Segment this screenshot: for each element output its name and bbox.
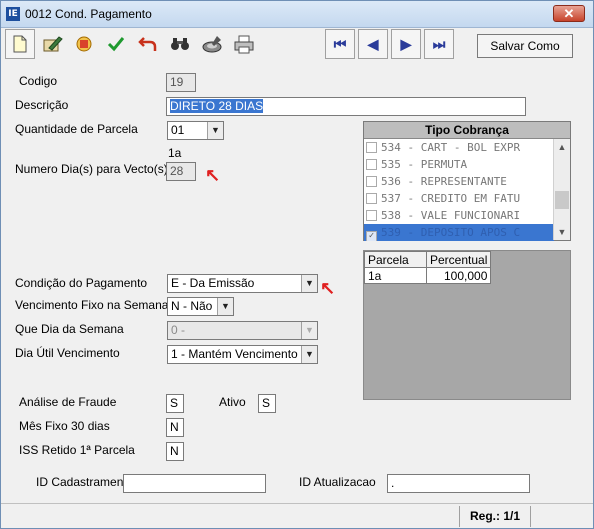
window-title: 0012 Cond. Pagamento	[25, 7, 152, 21]
confirm-check-icon[interactable]	[101, 29, 131, 59]
red-arrow-icon: ↖	[205, 165, 221, 185]
id-cadastramento-field[interactable]	[123, 474, 266, 493]
que-dia-select[interactable]: 0 - ▼	[167, 321, 318, 340]
chevron-down-icon[interactable]: ▼	[554, 224, 570, 240]
column-header-percentual[interactable]: Percentual	[425, 251, 492, 268]
list-item-label: 535 - PERMUTA	[381, 158, 468, 171]
qtd-parcela-value: 01	[171, 123, 185, 137]
tipo-cobranca-items: 534 - CART - BOL EXPR 535 - PERMUTA 536 …	[364, 139, 554, 241]
mes-fixo-label: Mês Fixo 30 dias	[19, 419, 110, 433]
checkbox[interactable]	[366, 159, 377, 170]
venc-fixo-select[interactable]: N - Não ▼	[167, 297, 234, 316]
list-item-label: 536 - REPRESENTANTE	[381, 175, 507, 188]
codigo-field[interactable]: 19	[166, 73, 196, 92]
analise-fraude-label: Análise de Fraude	[19, 395, 117, 409]
undo-arrow-icon[interactable]	[133, 29, 163, 59]
list-item-selected[interactable]: ✓ 539 - DEPOSITO APOS C	[364, 224, 554, 241]
descricao-field[interactable]: DIRETO 28 DIAS	[166, 97, 526, 116]
iss-retido-label: ISS Retido 1ª Parcela	[19, 443, 135, 457]
num-dias-label: Numero Dia(s) para Vecto(s)	[15, 162, 168, 176]
chevron-down-icon[interactable]: ▼	[207, 122, 223, 139]
disk-tool-icon[interactable]	[197, 29, 227, 59]
iss-retido-field[interactable]: N	[166, 442, 184, 461]
new-document-icon[interactable]	[5, 29, 35, 59]
condicao-label: Condição do Pagamento	[15, 276, 148, 290]
chevron-down-icon[interactable]: ▼	[301, 346, 317, 363]
parcela-hint: 1a	[168, 146, 182, 160]
delete-eraser-icon[interactable]	[69, 29, 99, 59]
list-item[interactable]: 535 - PERMUTA	[364, 156, 554, 173]
qtd-parcela-select[interactable]: 01 ▼	[167, 121, 224, 140]
title-bar: IE 0012 Cond. Pagamento ✕	[1, 1, 593, 28]
close-button[interactable]: ✕	[553, 5, 585, 22]
red-arrow-icon: ↖	[320, 278, 336, 298]
que-dia-label: Que Dia da Semana	[15, 322, 124, 336]
list-item[interactable]: 536 - REPRESENTANTE	[364, 173, 554, 190]
tipo-cobranca-list: Tipo Cobrança 534 - CART - BOL EXPR 535 …	[363, 121, 571, 241]
printer-icon[interactable]	[229, 29, 259, 59]
dia-util-label: Dia Útil Vencimento	[15, 346, 120, 360]
ativo-field[interactable]: S	[258, 394, 276, 413]
edit-pencil-icon[interactable]	[37, 29, 67, 59]
next-record-button[interactable]: ▶	[391, 29, 421, 59]
chevron-down-icon[interactable]: ▼	[217, 298, 233, 315]
toolbar: ⏮ ◀ ▶ ⏭ Salvar Como	[3, 29, 591, 61]
last-record-button[interactable]: ⏭	[424, 29, 454, 59]
parcelas-grid[interactable]: Parcela Percentual 1a 100,000	[364, 251, 492, 284]
previous-record-button[interactable]: ◀	[358, 29, 388, 59]
cell-percentual[interactable]: 100,000	[425, 267, 492, 284]
list-item-label: 537 - CREDITO EM FATU	[381, 192, 521, 205]
id-atualizacao-field[interactable]: .	[387, 474, 530, 493]
dia-util-select[interactable]: 1 - Mantém Vencimento ▼	[167, 345, 318, 364]
tipo-cobranca-scrollbar[interactable]: ▲ ▼	[553, 139, 570, 240]
table-row[interactable]: 1a 100,000	[364, 267, 492, 284]
checkbox-checked[interactable]: ✓	[366, 231, 377, 241]
condicao-value: E - Da Emissão	[171, 276, 255, 290]
main-window: IE 0012 Cond. Pagamento ✕ ⏮ ◀ ▶ ⏭ Salvar…	[0, 0, 594, 529]
checkbox[interactable]	[366, 210, 377, 221]
status-bar: Reg.: 1/1	[1, 503, 593, 528]
parcelas-panel: Parcela Percentual 1a 100,000	[363, 250, 571, 400]
qtd-parcela-label: Quantidade de Parcela	[15, 122, 138, 136]
venc-fixo-value: N - Não	[171, 299, 213, 313]
first-record-button[interactable]: ⏮	[325, 29, 355, 59]
num-dias-field[interactable]: 28	[166, 162, 196, 181]
chevron-up-icon[interactable]: ▲	[554, 139, 570, 155]
save-as-button[interactable]: Salvar Como	[477, 34, 573, 58]
checkbox[interactable]	[366, 142, 377, 153]
list-item-label: 538 - VALE FUNCIONARI	[381, 209, 521, 222]
column-header-parcela[interactable]: Parcela	[364, 251, 427, 268]
binoculars-search-icon[interactable]	[165, 29, 195, 59]
condicao-select[interactable]: E - Da Emissão ▼	[167, 274, 318, 293]
list-item-label: 534 - CART - BOL EXPR	[381, 141, 521, 154]
que-dia-value: 0 -	[171, 323, 186, 337]
checkbox[interactable]	[366, 176, 377, 187]
list-item-label: 539 - DEPOSITO APOS C	[381, 226, 521, 239]
list-item[interactable]: 537 - CREDITO EM FATU	[364, 190, 554, 207]
chevron-down-icon[interactable]: ▼	[301, 275, 317, 292]
codigo-label: Codigo	[19, 74, 58, 88]
list-item[interactable]: 534 - CART - BOL EXPR	[364, 139, 554, 156]
analise-fraude-field[interactable]: S	[166, 394, 184, 413]
list-item[interactable]: 538 - VALE FUNCIONARI	[364, 207, 554, 224]
scrollbar-thumb[interactable]	[555, 191, 569, 209]
id-cadastramento-label: ID Cadastramento	[36, 475, 134, 489]
checkbox[interactable]	[366, 193, 377, 204]
ativo-label: Ativo	[219, 395, 246, 409]
chevron-down-icon: ▼	[301, 322, 317, 339]
record-counter: Reg.: 1/1	[459, 506, 531, 527]
descricao-label: Descrição	[15, 98, 69, 112]
mes-fixo-field[interactable]: N	[166, 418, 184, 437]
cell-parcela[interactable]: 1a	[364, 267, 427, 284]
id-atualizacao-label: ID Atualizacao	[299, 475, 376, 489]
descricao-value: DIRETO 28 DIAS	[170, 99, 264, 113]
app-icon: IE	[6, 7, 20, 21]
tipo-cobranca-title: Tipo Cobrança	[364, 122, 570, 139]
venc-fixo-label: Vencimento Fixo na Semana	[15, 298, 169, 312]
dia-util-value: 1 - Mantém Vencimento	[171, 347, 298, 361]
